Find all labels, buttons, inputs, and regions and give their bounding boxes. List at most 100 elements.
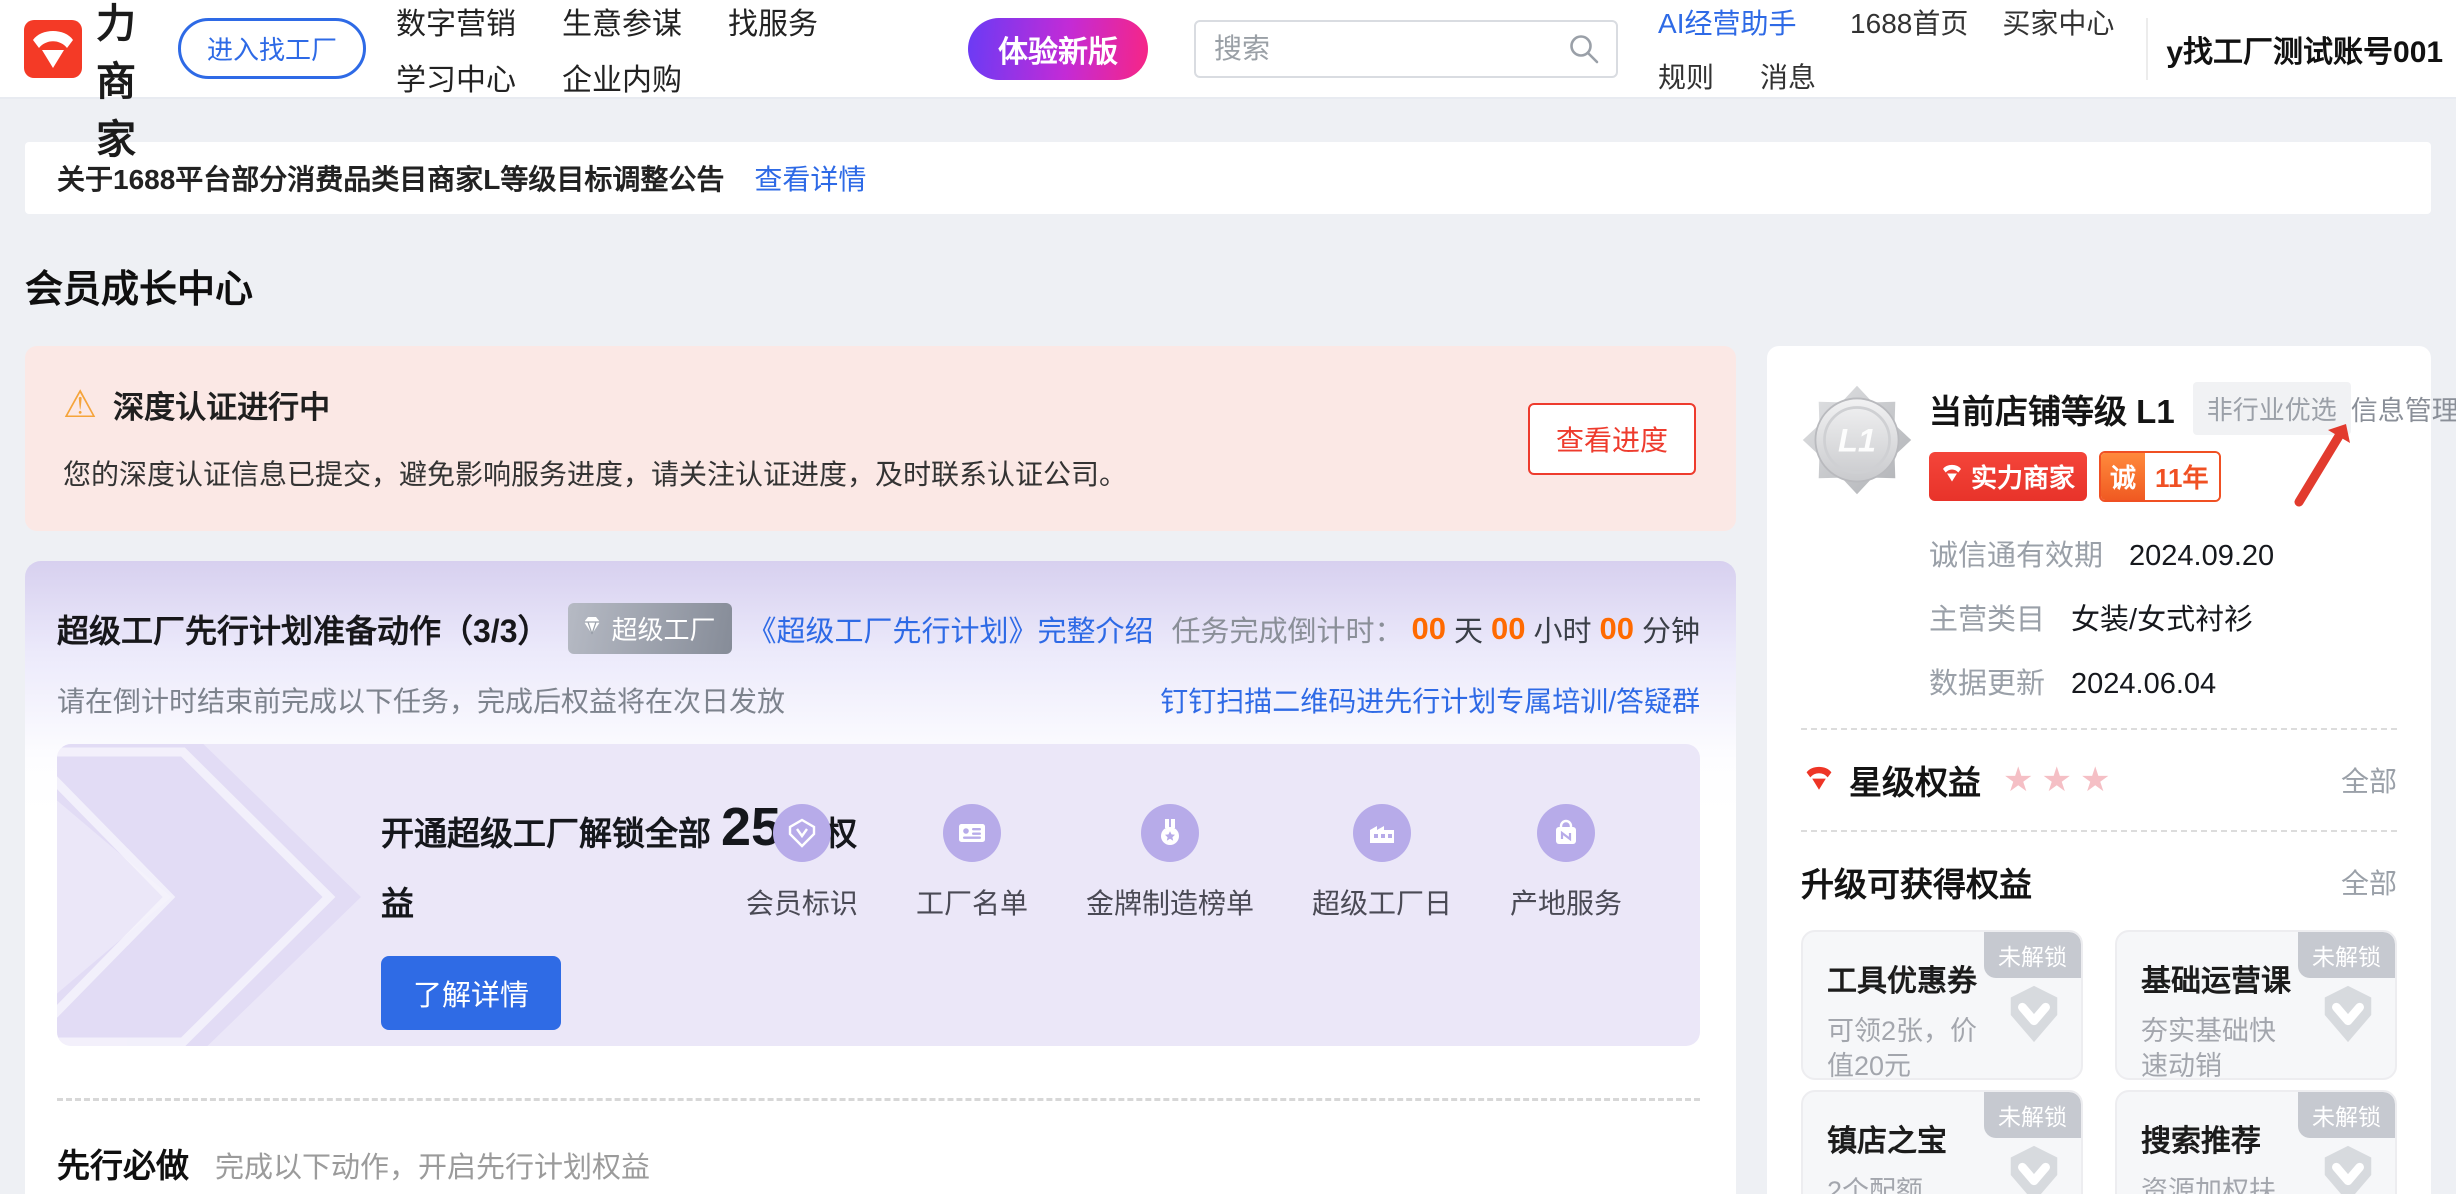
super-factory-day-icon [1353, 804, 1411, 862]
perk-list: 会员标识 工厂名单 金牌制造榜单 [746, 804, 1622, 922]
medal-level-text: L1 [1838, 423, 1876, 459]
member-badge-icon [773, 804, 831, 862]
store-level-title: 当前店铺等级 L1 [1929, 385, 2175, 433]
upgrade-benefits-all-link[interactable]: 全部 [2341, 862, 2397, 902]
locked-badge: 未解锁 [1984, 1092, 2081, 1138]
nav-digital-marketing[interactable]: 数字营销 [396, 0, 516, 43]
program-subheader: 请在倒计时结束前完成以下任务，完成后权益将在次日发放 钉钉扫描二维码进先行计划专… [57, 680, 1700, 720]
announcement-detail-link[interactable]: 查看详情 [754, 158, 866, 198]
locked-shield-icon [2317, 1142, 2379, 1194]
alert-title: 深度认证进行中 [113, 382, 330, 427]
info-label: 诚信通有效期 [1929, 532, 2103, 574]
page-title: 会员成长中心 [25, 258, 2431, 313]
bull-badge-icon [1939, 460, 1965, 493]
perk-member-badge: 会员标识 [746, 804, 858, 922]
countdown-label: 任务完成倒计时： [1171, 608, 1403, 650]
search-box [1194, 20, 1618, 78]
deep-auth-alert: ⚠ 深度认证进行中 您的深度认证信息已提交，避免影响服务进度，请关注认证进度，及… [25, 346, 1736, 531]
perk-super-factory-day: 超级工厂日 [1312, 804, 1452, 922]
perk-gold-medal-list: 金牌制造榜单 [1086, 804, 1254, 922]
medal-icon [1141, 804, 1199, 862]
try-new-version-button[interactable]: 体验新版 [968, 18, 1148, 80]
brand-name: 实力商家 [96, 0, 138, 165]
enter-find-factory-button[interactable]: 进入找工厂 [178, 18, 366, 79]
info-row-cxt-expiry: 诚信通有效期 2024.09.20 [1929, 532, 2397, 574]
factory-list-icon [943, 804, 1001, 862]
link-messages[interactable]: 消息 [1760, 56, 1816, 96]
perk-label: 金牌制造榜单 [1086, 882, 1254, 922]
info-label: 主营类目 [1929, 596, 2045, 638]
chengxintong-years-badge: 诚 11年 [2099, 451, 2221, 502]
must-do-subtitle: 完成以下动作，开启先行计划权益 [215, 1144, 650, 1186]
countdown: 任务完成倒计时： 00 天 00 小时 00 分钟 [1171, 608, 1700, 650]
sidebar-dashed-divider [1801, 830, 2397, 832]
must-do-title: 先行必做 [57, 1139, 189, 1187]
unlock-prefix: 开通超级工厂解锁全部 [381, 815, 711, 852]
quick-links-row2: 规则 消息 [1658, 56, 1816, 96]
program-header: 超级工厂先行计划准备动作（3/3） 超级工厂 《超级工厂先行计划》完整介绍 任务… [57, 603, 1700, 654]
star-benefits-row: 星级权益 ★★★ 全部 [1801, 756, 2397, 804]
info-row-data-updated: 数据更新 2024.06.04 [1929, 660, 2397, 702]
search-icon[interactable] [1566, 31, 1602, 67]
link-rules[interactable]: 规则 [1658, 56, 1714, 96]
dingtalk-group-link[interactable]: 钉钉扫描二维码进先行计划专属培训/答疑群 [1160, 680, 1700, 720]
countdown-hours: 00 [1491, 611, 1525, 647]
store-level-panel: L1 当前店铺等级 L1 非行业优选 信息管理 实力商家 [1767, 346, 2431, 1194]
store-info-list: 诚信通有效期 2024.09.20 主营类目 女装/女式衬衫 数据更新 2024… [1929, 532, 2397, 702]
nav-business-advisor[interactable]: 生意参谋 [562, 0, 682, 43]
warning-icon: ⚠ [63, 386, 97, 424]
benefit-card-tool-coupon[interactable]: 未解锁 工具优惠券 可领2张，价值20元 [1801, 930, 2083, 1080]
countdown-hours-unit: 小时 [1533, 608, 1591, 650]
program-note: 请在倒计时结束前完成以下任务，完成后权益将在次日发放 [57, 680, 785, 720]
link-ai-assistant[interactable]: AI经营助手 [1658, 2, 1816, 42]
left-column: ⚠ 深度认证进行中 您的深度认证信息已提交，避免影响服务进度，请关注认证进度，及… [25, 346, 1736, 1194]
benefit-card-basic-course[interactable]: 未解锁 基础运营课 夯实基础快速动销 [2115, 930, 2397, 1080]
view-progress-button[interactable]: 查看进度 [1528, 403, 1696, 475]
program-title: 超级工厂先行计划准备动作（3/3） [57, 606, 550, 652]
nav-find-services[interactable]: 找服务 [728, 0, 818, 43]
star-benefits-title: 星级权益 [1849, 756, 1981, 804]
upgrade-benefits-row: 升级可获得权益 全部 [1801, 858, 2397, 906]
nav-learning-center[interactable]: 学习中心 [396, 55, 516, 99]
super-factory-program-card: 超级工厂先行计划准备动作（3/3） 超级工厂 《超级工厂先行计划》完整介绍 任务… [25, 561, 1736, 1194]
super-factory-badge-label: 超级工厂 [612, 610, 716, 647]
alert-header: ⚠ 深度认证进行中 [63, 382, 1698, 427]
power-merchant-badge: 实力商家 [1929, 452, 2087, 501]
perk-origin-service: 产地服务 [1510, 804, 1622, 922]
program-intro-link[interactable]: 《超级工厂先行计划》完整介绍 [748, 608, 1154, 650]
main-content: ⚠ 深度认证进行中 您的深度认证信息已提交，避免影响服务进度，请关注认证进度，及… [25, 346, 2431, 1194]
bull-icon [1801, 760, 1837, 801]
countdown-days-unit: 天 [1454, 608, 1483, 650]
announcement-text: 关于1688平台部分消费品类目商家L等级目标调整公告 [57, 158, 724, 198]
bull-logo-icon [24, 20, 82, 78]
upgrade-benefits-title: 升级可获得权益 [1801, 858, 2032, 906]
chengxintong-badge-years: 11年 [2145, 453, 2219, 500]
announcement-bar: 关于1688平台部分消费品类目商家L等级目标调整公告 查看详情 [25, 142, 2431, 214]
gem-icon [580, 613, 604, 644]
power-merchant-badge-label: 实力商家 [1971, 458, 2075, 495]
link-1688-home[interactable]: 1688首页 [1850, 2, 1968, 42]
perk-factory-list: 工厂名单 [916, 804, 1028, 922]
locked-shield-icon [2003, 1142, 2065, 1194]
red-annotation-arrow [2281, 402, 2373, 512]
benefit-card-search-recommend[interactable]: 未解锁 搜索推荐 资源加权扶持机会 [2115, 1090, 2397, 1194]
perk-label: 产地服务 [1510, 882, 1622, 922]
account-name[interactable]: y找工厂测试账号001 [2166, 27, 2443, 71]
star-benefits-all-link[interactable]: 全部 [2341, 760, 2397, 800]
countdown-minutes: 00 [1600, 611, 1634, 647]
search-input[interactable] [1214, 33, 1566, 65]
countdown-days: 00 [1412, 611, 1446, 647]
countdown-minutes-unit: 分钟 [1642, 608, 1700, 650]
primary-nav: 数字营销 生意参谋 找服务 学习中心 企业内购 [396, 0, 818, 99]
nav-enterprise-purchase[interactable]: 企业内购 [562, 55, 682, 99]
locked-badge: 未解锁 [1984, 932, 2081, 978]
benefit-grid: 未解锁 工具优惠券 可领2张，价值20元 未解锁 基础运营课 夯实基础快速动销 … [1801, 930, 2397, 1194]
benefit-card-shop-treasure[interactable]: 未解锁 镇店之宝 2个配额 [1801, 1090, 2083, 1194]
locked-shield-icon [2317, 982, 2379, 1051]
dashed-divider [57, 1098, 1700, 1101]
learn-more-button[interactable]: 了解详情 [381, 956, 561, 1030]
brand-logo[interactable]: 实力商家 [24, 0, 138, 165]
link-buyer-center[interactable]: 买家中心 [2002, 2, 2114, 42]
info-row-main-category: 主营类目 女装/女式衬衫 [1929, 596, 2397, 638]
sidebar-dashed-divider [1801, 728, 2397, 730]
